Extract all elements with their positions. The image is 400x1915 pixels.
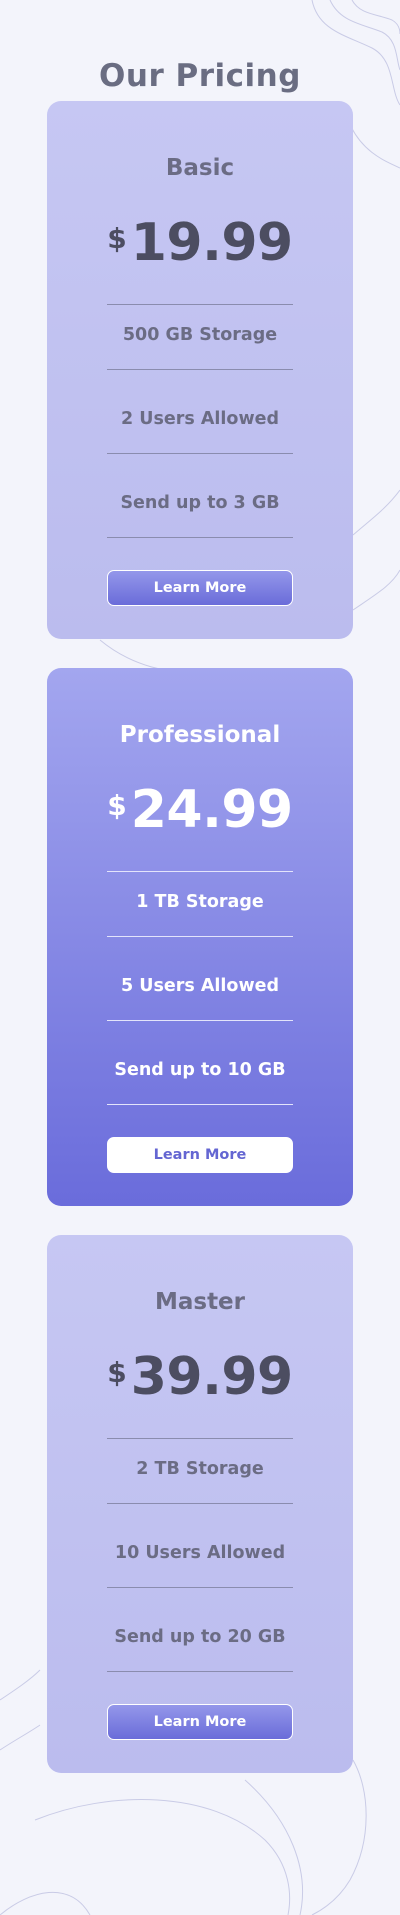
feature-storage: 1 TB Storage	[136, 892, 264, 912]
price-amount: 39.99	[130, 1347, 293, 1407]
feature-transfer: Send up to 3 GB	[120, 493, 280, 513]
feature-storage: 2 TB Storage	[136, 1459, 264, 1479]
feature-storage: 500 GB Storage	[122, 325, 278, 345]
pricing-card-master: Master $39.99 2 TB Storage 10 Users Allo…	[47, 1235, 353, 1773]
divider	[107, 871, 293, 872]
divider	[107, 453, 293, 454]
currency-symbol: $	[107, 222, 127, 255]
plan-name: Basic	[165, 155, 235, 181]
plan-name: Professional	[119, 722, 281, 748]
price-amount: 19.99	[130, 213, 293, 273]
page-title: Our Pricing	[99, 58, 301, 94]
divider	[107, 1503, 293, 1504]
pricing-card-professional: Professional $24.99 1 TB Storage 5 Users…	[47, 668, 353, 1206]
divider	[107, 1020, 293, 1021]
divider	[107, 304, 293, 305]
divider	[107, 936, 293, 937]
plan-name: Master	[154, 1289, 246, 1315]
feature-transfer: Send up to 10 GB	[114, 1060, 286, 1080]
price-amount: 24.99	[130, 780, 293, 840]
learn-more-button-master[interactable]: Learn More	[107, 1704, 293, 1740]
divider	[107, 1104, 293, 1105]
plan-price: $39.99	[47, 1347, 353, 1419]
divider	[107, 537, 293, 538]
feature-users: 2 Users Allowed	[120, 409, 280, 429]
plan-price: $24.99	[47, 780, 353, 852]
currency-symbol: $	[107, 1356, 127, 1389]
learn-more-button-professional[interactable]: Learn More	[107, 1137, 293, 1173]
pricing-card-basic: Basic $19.99 500 GB Storage 2 Users Allo…	[47, 101, 353, 639]
feature-users: 10 Users Allowed	[114, 1543, 286, 1563]
divider	[107, 369, 293, 370]
divider	[107, 1671, 293, 1672]
feature-users: 5 Users Allowed	[120, 976, 280, 996]
learn-more-button-basic[interactable]: Learn More	[107, 570, 293, 606]
currency-symbol: $	[107, 789, 127, 822]
feature-transfer: Send up to 20 GB	[114, 1627, 286, 1647]
plan-price: $19.99	[47, 213, 353, 285]
divider	[107, 1587, 293, 1588]
divider	[107, 1438, 293, 1439]
